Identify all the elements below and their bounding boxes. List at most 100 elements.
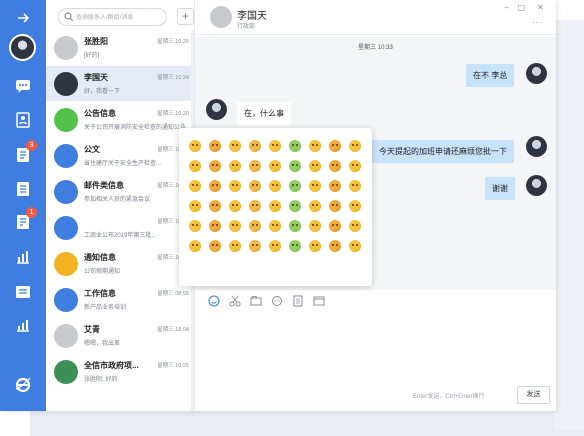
file-icon[interactable] [292,294,304,307]
contacts-icon[interactable] [14,111,32,129]
emoji-option[interactable] [205,216,225,236]
emoji-option[interactable] [225,236,245,256]
more-options-button[interactable]: ··· [532,18,543,27]
emoji-option[interactable] [185,136,205,156]
emoji-option[interactable] [185,156,205,176]
message-input[interactable] [205,312,545,382]
message-outgoing[interactable]: 谢谢 [485,177,515,200]
emoji-icon[interactable] [208,294,220,307]
history-folder-icon[interactable] [313,294,325,306]
send-button[interactable]: 发送 [517,386,550,404]
message-outgoing[interactable]: 今天提起的加班申请还麻烦您批一下 [372,140,514,163]
emoji-option[interactable] [325,156,345,176]
conversation-item[interactable]: 艾青 星期三 18:04 嗯嗯，我出差 [46,318,195,353]
report-icon[interactable] [14,283,32,301]
chat-icon[interactable] [14,77,32,95]
folder-icon[interactable] [250,294,262,306]
emoji-option[interactable] [185,216,205,236]
message-icon[interactable] [271,294,283,306]
browser-icon[interactable] [14,376,32,394]
emoji-option[interactable] [205,236,225,256]
emoji-option[interactable] [305,176,325,196]
emoji-option[interactable] [345,176,365,196]
emoji-option[interactable] [245,136,265,156]
emoji-option[interactable] [265,216,285,236]
collapse-arrow-icon[interactable] [14,9,32,27]
emoji-option[interactable] [345,236,365,256]
emoji-option[interactable] [325,236,345,256]
emoji-option[interactable] [285,176,305,196]
emoji-option[interactable] [245,176,265,196]
emoji-option[interactable] [325,196,345,216]
analytics-icon[interactable] [14,316,32,334]
emoji-option[interactable] [225,136,245,156]
conversation-time: 星期三 10:25 [157,39,189,45]
emoji-option[interactable] [205,156,225,176]
emoji-option[interactable] [305,236,325,256]
emoji-option[interactable] [305,216,325,236]
emoji-option[interactable] [185,236,205,256]
emoji-option[interactable] [285,236,305,256]
emoji-option[interactable] [245,196,265,216]
conversation-item[interactable]: 星期三 10:18 工商业公布2019年第三批... [46,210,195,245]
conversation-item[interactable]: 通知信息 星期三 10:18 公司假期通知 [46,246,195,281]
conversation-item[interactable]: 公告信息 星期三 10:20 关于公司开展消防安全检查的通知公告 [46,102,195,137]
emoji-option[interactable] [265,136,285,156]
emoji-option[interactable] [325,176,345,196]
maximize-icon[interactable]: ▢ [517,3,526,12]
emoji-option[interactable] [265,176,285,196]
emoji-option[interactable] [185,176,205,196]
emoji-option[interactable] [345,156,365,176]
emoji-option[interactable] [185,196,205,216]
conversation-name: 张胜阳 [84,37,108,46]
emoji-option[interactable] [245,216,265,236]
conversation-item[interactable]: 邮件类信息 星期三 10:18 参加相关人员的紧急会议 [46,174,195,209]
close-icon[interactable]: ✕ [536,3,545,12]
emoji-option[interactable] [245,156,265,176]
emoji-option[interactable] [325,216,345,236]
emoji-option[interactable] [305,136,325,156]
emoji-option[interactable] [205,196,225,216]
conversation-item[interactable]: 全信市政府项... 星期三 10:25 张胜阳: 好的 [46,354,195,389]
emoji-option[interactable] [285,196,305,216]
emoji-option[interactable] [265,236,285,256]
conversation-item[interactable]: 李国天 星期三 10:24 好，我看一下 [46,66,195,101]
document-icon[interactable] [14,180,32,198]
emoji-option[interactable] [265,156,285,176]
message-outgoing[interactable]: 在不 李总 [466,64,515,87]
conversation-item[interactable]: 公文 星期三 10:19 省住建厅关于安全生产检查... [46,138,195,173]
emoji-option[interactable] [325,136,345,156]
add-button[interactable]: + [177,8,194,25]
user-avatar[interactable] [9,34,36,61]
conversation-item[interactable]: 工作信息 星期三 08:55 新产品业务培训 [46,282,195,317]
emoji-option[interactable] [285,156,305,176]
screenshot-scissors-icon[interactable] [229,294,241,307]
statistics-icon[interactable] [14,248,32,266]
emoji-option[interactable] [285,216,305,236]
emoji-option[interactable] [245,236,265,256]
emoji-option[interactable] [205,176,225,196]
emoji-option[interactable] [285,136,305,156]
emoji-option[interactable] [225,196,245,216]
conversation-time: 星期三 08:55 [157,291,189,297]
emoji-option[interactable] [265,196,285,216]
emoji-picker [179,128,372,286]
emoji-option[interactable] [225,176,245,196]
emoji-option[interactable] [345,136,365,156]
message-incoming[interactable]: 在，什么事 [237,102,291,125]
emoji-option[interactable] [305,196,325,216]
conversation-avatar [54,144,78,168]
emoji-option[interactable] [305,156,325,176]
emoji-option[interactable] [225,216,245,236]
conversation-time: 星期三 18:04 [157,327,189,333]
emoji-option[interactable] [225,156,245,176]
conversation-preview: [好的] [84,53,100,59]
conversation-item[interactable]: 张胜阳 星期三 10:25 [好的] [46,30,195,65]
minimize-icon[interactable]: – [502,3,511,12]
emoji-option[interactable] [345,196,365,216]
emoji-option[interactable] [345,216,365,236]
contact-avatar[interactable] [210,6,232,28]
emoji-option[interactable] [205,136,225,156]
search-input[interactable] [76,12,164,23]
search-box[interactable] [58,8,167,26]
